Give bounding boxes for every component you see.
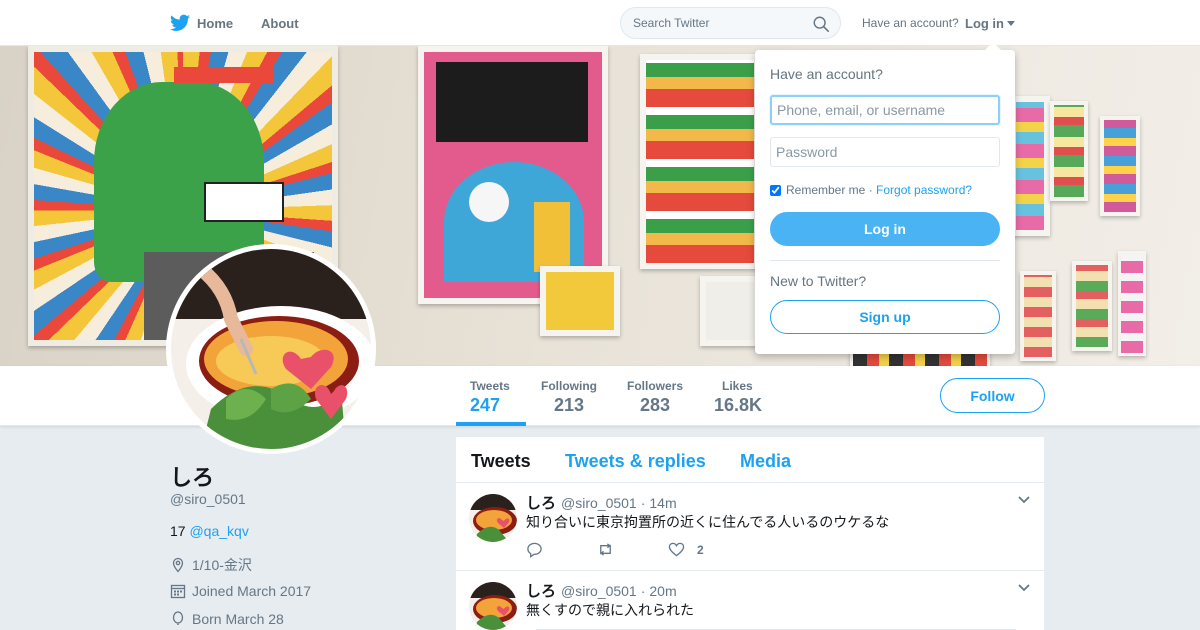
search-icon[interactable]	[812, 15, 830, 33]
profile-handle: @siro_0501	[170, 491, 246, 507]
tweet-timestamp[interactable]: 14m	[649, 495, 676, 511]
profile-name: しろ	[170, 465, 215, 490]
twitter-bird-icon[interactable]	[170, 14, 190, 32]
avatar[interactable]	[166, 244, 376, 454]
timeline-tabs: Tweets Tweets & replies Media	[456, 437, 1044, 483]
like-button[interactable]: 2	[668, 541, 704, 558]
stat-likes[interactable]: Likes 16.8K	[714, 366, 774, 426]
bio-text: 17	[170, 523, 186, 539]
login-link-label: Log in	[965, 15, 1004, 31]
stat-label: Tweets	[470, 379, 510, 393]
tweet-avatar-photo	[469, 582, 517, 630]
dropdown-question: Have an account?	[770, 66, 883, 82]
username-field[interactable]	[770, 95, 1000, 125]
tweet-timeline: Tweets Tweets & replies Media しろ @siro_0…	[456, 437, 1044, 630]
reply-button[interactable]	[526, 541, 543, 558]
avatar-photo	[171, 249, 371, 449]
search-placeholder: Search Twitter	[633, 16, 710, 30]
calendar-icon	[170, 584, 186, 599]
balloon-icon	[172, 611, 184, 625]
tweet-actions: 2	[526, 541, 758, 558]
separator-dot: ·	[640, 583, 646, 599]
chevron-down-icon[interactable]	[1018, 584, 1030, 592]
stat-label: Following	[541, 379, 597, 393]
search-box[interactable]: Search Twitter	[620, 7, 841, 39]
password-field[interactable]	[770, 137, 1000, 167]
born-text: Born March 28	[192, 611, 284, 627]
profile-bio: 17 @qa_kqv	[170, 523, 249, 539]
heart-icon	[668, 542, 685, 557]
stat-value: 247	[470, 395, 501, 415]
stat-following[interactable]: Following 213	[541, 366, 611, 426]
tweet-avatar-photo	[469, 494, 517, 542]
nav-about-link[interactable]: About	[261, 0, 299, 46]
stat-label: Likes	[722, 379, 753, 393]
tab-tweets[interactable]: Tweets	[471, 451, 531, 472]
signup-button[interactable]: Sign up	[770, 300, 1000, 334]
have-account-text: Have an account?	[862, 16, 959, 30]
new-to-twitter-text: New to Twitter?	[770, 273, 867, 289]
tweet-text: 知り合いに東京拘置所の近くに住んでる人いるのウケるな	[526, 514, 890, 530]
banner-artwork	[540, 266, 620, 336]
login-dropdown-toggle[interactable]: Log in	[965, 0, 1015, 46]
separator-dot: ·	[865, 183, 877, 197]
location-pin-icon	[172, 557, 184, 573]
location-text: 1/10-金沢	[192, 557, 252, 573]
caret-down-icon	[1007, 20, 1015, 26]
remember-me-checkbox[interactable]	[770, 184, 781, 196]
banner-artwork	[1100, 116, 1140, 216]
tweet-timestamp[interactable]: 20m	[649, 583, 676, 599]
separator-dot: ·	[640, 495, 646, 511]
remember-row: Remember me · Forgot password?	[770, 183, 972, 197]
tab-media[interactable]: Media	[740, 451, 791, 472]
chevron-down-icon[interactable]	[1018, 496, 1030, 504]
tweet-header: しろ @siro_0501 · 20m	[526, 580, 677, 601]
reply-icon	[527, 542, 542, 558]
bio-mention-link[interactable]: @qa_kqv	[189, 523, 248, 539]
tweet-item[interactable]: しろ @siro_0501 · 14m 知り合いに東京拘置所の近くに住んでる人い…	[456, 483, 1044, 571]
like-count: 2	[697, 542, 704, 557]
tweet-author-name[interactable]: しろ	[526, 492, 556, 513]
tweet-author-handle[interactable]: @siro_0501	[561, 495, 637, 511]
divider	[770, 260, 1000, 261]
login-button[interactable]: Log in	[770, 212, 1000, 246]
tweet-author-handle[interactable]: @siro_0501	[561, 583, 637, 599]
profile-joined: Joined March 2017	[170, 583, 311, 599]
banner-artwork	[1020, 271, 1056, 361]
tweet-header: しろ @siro_0501 · 14m	[526, 492, 677, 513]
top-navigation-bar: Home About Search Twitter Have an accoun…	[0, 0, 1200, 46]
remember-me-label[interactable]: Remember me	[786, 183, 865, 197]
tweet-author-name[interactable]: しろ	[526, 580, 556, 601]
profile-born: Born March 28	[170, 611, 284, 627]
banner-artwork	[1010, 96, 1050, 236]
profile-location: 1/10-金沢	[170, 555, 252, 575]
stat-label: Followers	[627, 379, 684, 393]
banner-artwork	[1118, 251, 1146, 356]
nav-home-link[interactable]: Home	[197, 0, 233, 46]
retweet-icon	[600, 543, 611, 556]
banner-artwork	[700, 276, 760, 346]
joined-text: Joined March 2017	[192, 583, 312, 599]
tweet-item[interactable]: しろ @siro_0501 · 20m 無くすので親に入れられた	[456, 571, 1044, 630]
banner-artwork	[1072, 261, 1112, 351]
stat-value: 283	[640, 395, 671, 415]
tweet-avatar[interactable]	[469, 582, 517, 630]
stat-followers[interactable]: Followers 283	[627, 366, 697, 426]
tweet-avatar[interactable]	[469, 494, 517, 542]
retweet-button[interactable]	[597, 541, 614, 558]
stat-value: 213	[554, 395, 585, 415]
stat-tweets[interactable]: Tweets 247	[456, 366, 526, 426]
banner-artwork	[1050, 101, 1088, 201]
tweet-text: 無くすので親に入れられた	[526, 602, 694, 618]
login-dropdown: Have an account? Remember me · Forgot pa…	[755, 42, 1015, 354]
forgot-password-link[interactable]: Forgot password?	[876, 183, 972, 197]
tab-tweets-replies[interactable]: Tweets & replies	[565, 451, 706, 472]
stat-value: 16.8K	[714, 395, 763, 415]
banner-artwork	[640, 54, 760, 269]
follow-button[interactable]: Follow	[940, 378, 1045, 413]
